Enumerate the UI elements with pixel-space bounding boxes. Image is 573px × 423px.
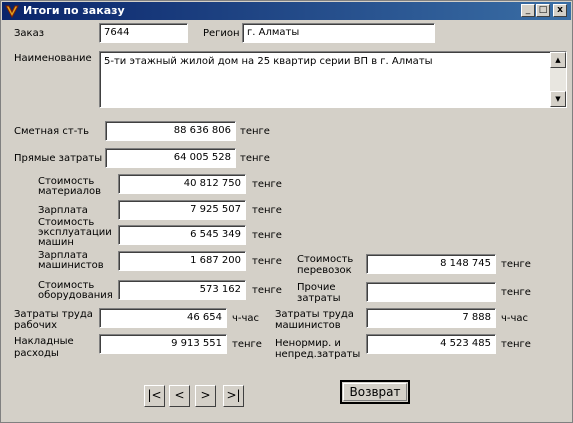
estimate-field[interactable]: 88 636 806 xyxy=(105,121,236,141)
results-window: Итоги по заказу _ □ x Заказ 7644 Регион … xyxy=(0,0,573,423)
scroll-down-icon[interactable]: ▼ xyxy=(550,91,566,107)
equipment-field[interactable]: 573 162 xyxy=(118,280,246,300)
direct-label: Прямые затраты xyxy=(14,153,103,164)
transport-unit: тенге xyxy=(501,259,531,270)
unregulated-unit: тенге xyxy=(501,339,531,350)
nav-prev-button[interactable]: < xyxy=(169,385,190,407)
region-label: Регион xyxy=(203,28,240,39)
labor-workers-field[interactable]: 46 654 xyxy=(99,308,227,328)
title-bar[interactable]: Итоги по заказу _ □ x xyxy=(2,2,571,20)
labor-operators-label-2: машинистов xyxy=(275,320,341,331)
labor-operators-unit: ч-час xyxy=(501,313,529,324)
unregulated-field[interactable]: 4 523 485 xyxy=(366,334,496,354)
overhead-field[interactable]: 9 913 551 xyxy=(99,334,227,354)
name-label: Наименование xyxy=(14,53,92,64)
labor-operators-field[interactable]: 7 888 xyxy=(366,308,496,328)
materials-field[interactable]: 40 812 750 xyxy=(118,174,246,194)
equipment-unit: тенге xyxy=(252,285,282,296)
order-field[interactable]: 7644 xyxy=(99,23,188,43)
unregulated-label-1: Ненормир. и xyxy=(275,338,341,349)
back-button-label: Возврат xyxy=(343,383,407,401)
other-field[interactable] xyxy=(366,282,496,302)
labor-workers-label-2: рабочих xyxy=(14,320,58,331)
operators-salary-unit: тенге xyxy=(252,256,282,267)
operators-salary-field[interactable]: 1 687 200 xyxy=(118,251,246,271)
back-button[interactable]: Возврат xyxy=(340,380,410,404)
labor-workers-label-1: Затраты труда xyxy=(14,309,93,320)
salary-label: Зарплата xyxy=(38,205,88,216)
overhead-label-1: Накладные xyxy=(14,336,74,347)
equipment-label-2: оборудования xyxy=(38,290,113,301)
machines-field[interactable]: 6 545 349 xyxy=(118,225,246,245)
order-label: Заказ xyxy=(14,28,45,39)
nav-next-button[interactable]: > xyxy=(195,385,216,407)
overhead-label-2: расходы xyxy=(14,348,59,359)
estimate-label: Сметная ст-ть xyxy=(14,126,90,137)
labor-workers-unit: ч-час xyxy=(232,313,260,324)
direct-unit: тенге xyxy=(240,153,270,164)
machines-unit: тенге xyxy=(252,230,282,241)
scroll-up-icon[interactable]: ▲ xyxy=(550,52,566,68)
name-text: 5-ти этажный жилой дом на 25 квартир сер… xyxy=(104,56,433,67)
direct-field[interactable]: 64 005 528 xyxy=(105,148,236,168)
operators-salary-label-2: машинистов xyxy=(38,260,104,271)
other-unit: тенге xyxy=(501,287,531,298)
overhead-unit: тенге xyxy=(232,339,262,350)
region-field[interactable]: г. Алматы xyxy=(242,23,435,43)
transport-field[interactable]: 8 148 745 xyxy=(366,254,496,274)
nav-last-button[interactable]: >| xyxy=(223,385,244,407)
other-label-2: затраты xyxy=(297,293,341,304)
maximize-icon[interactable]: □ xyxy=(536,4,550,17)
unregulated-label-2: непред.затраты xyxy=(275,349,361,360)
salary-field[interactable]: 7 925 507 xyxy=(118,200,246,220)
salary-unit: тенге xyxy=(252,205,282,216)
close-icon[interactable]: x xyxy=(553,4,567,17)
app-icon xyxy=(5,5,19,18)
transport-label-2: перевозок xyxy=(297,265,352,276)
other-label-1: Прочие xyxy=(297,282,336,293)
labor-operators-label-1: Затраты труда xyxy=(275,309,354,320)
memo-scrollbar[interactable]: ▲ ▼ xyxy=(550,52,566,107)
name-memo[interactable]: 5-ти этажный жилой дом на 25 квартир сер… xyxy=(99,51,567,108)
transport-label-1: Стоимость xyxy=(297,254,354,265)
materials-unit: тенге xyxy=(252,179,282,190)
nav-first-button[interactable]: |< xyxy=(144,385,165,407)
minimize-icon[interactable]: _ xyxy=(521,4,535,17)
machines-label-3: машин xyxy=(38,237,74,248)
estimate-unit: тенге xyxy=(240,126,270,137)
window-title: Итоги по заказу xyxy=(23,4,125,17)
materials-label-2: материалов xyxy=(38,186,102,197)
